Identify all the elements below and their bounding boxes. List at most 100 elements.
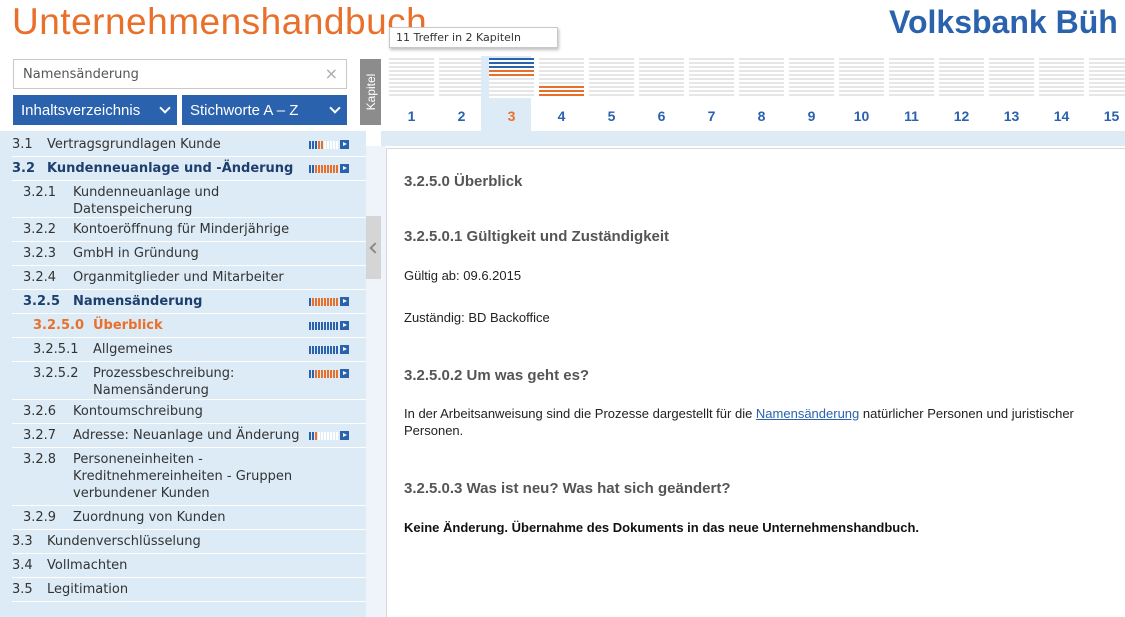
chapter-hit-bars: [489, 58, 534, 98]
toc-item[interactable]: 3.2.5.2 Prozessbeschreibung: Namensänderu…: [0, 362, 366, 400]
toc-item[interactable]: 3.2.3 GmbH in Gründung: [0, 242, 366, 266]
toc-item-title: Organmitglieder und Mitarbeiter: [73, 270, 284, 285]
hit-mark: [333, 298, 335, 306]
toc-item-number: 3.2.6: [23, 404, 57, 419]
chapter-tab-10[interactable]: 10: [831, 56, 884, 131]
hit-mark: [321, 165, 323, 173]
hit-mark: [330, 141, 332, 149]
toc-item-title: Kundenneuanlage und Datenspeicherung: [73, 185, 220, 217]
keywords-dropdown-button[interactable]: Stichworte A – Z: [182, 95, 347, 125]
next-hit-arrow-icon[interactable]: [340, 369, 349, 378]
chapter-number: 1: [407, 108, 416, 124]
toc-hit-indicator: [309, 164, 349, 173]
toc-item[interactable]: 3.3 Kundenverschlüsselung: [0, 530, 366, 554]
valid-from-text: Gültig ab: 09.6.2015: [404, 268, 522, 283]
toc-hit-indicator: [309, 297, 349, 306]
chapter-tab-12[interactable]: 12: [931, 56, 984, 131]
clear-icon[interactable]: ×: [325, 64, 338, 83]
chapter-tab-4[interactable]: 4: [531, 56, 584, 131]
hit-mark: [309, 322, 311, 330]
chapter-number: 3: [507, 108, 516, 124]
chapter-number: 8: [757, 108, 766, 124]
chapter-tab-8[interactable]: 8: [731, 56, 784, 131]
chapter-hit-bars: [1039, 58, 1084, 98]
next-hit-arrow-icon[interactable]: [340, 140, 349, 149]
toc-item[interactable]: 3.2.5.0 Überblick: [0, 314, 366, 338]
hit-mark: [330, 370, 332, 378]
toc-hit-indicator: [309, 369, 349, 378]
toc-item-title: GmbH in Gründung: [73, 246, 199, 261]
chapter-hit-bars: [789, 58, 834, 98]
chapter-hit-orange: [539, 86, 584, 98]
toc-item[interactable]: 3.1 Vertragsgrundlagen Kunde: [0, 133, 366, 157]
hit-mark: [312, 346, 314, 354]
next-hit-arrow-icon[interactable]: [340, 321, 349, 330]
toc-item[interactable]: 3.5 Legitimation: [0, 578, 366, 602]
chapter-tab-6[interactable]: 6: [631, 56, 684, 131]
hit-mark: [309, 432, 311, 440]
toc-item[interactable]: 3.2.8 Personeneinheiten - Kreditnehmerein…: [0, 448, 366, 506]
toc-item[interactable]: 3.2.6 Kontoumschreibung: [0, 400, 366, 424]
hit-mark: [321, 346, 323, 354]
toc-item[interactable]: 3.2.9 Zuordnung von Kunden: [0, 506, 366, 530]
responsible-text: Zuständig: BD Backoffice: [404, 310, 550, 325]
toc-item[interactable]: 3.2 Kundenneuanlage und -Änderung: [0, 157, 366, 181]
hit-mark: [318, 432, 320, 440]
chapter-tab-14[interactable]: 14: [1031, 56, 1084, 131]
next-hit-arrow-icon[interactable]: [340, 345, 349, 354]
toc-item[interactable]: 3.2.1 Kundenneuanlage und Datenspeicherun…: [0, 181, 366, 218]
hit-mark: [333, 165, 335, 173]
chapter-number: 13: [1003, 108, 1020, 124]
toc-item-number: 3.2.3: [23, 246, 57, 261]
toc-item[interactable]: 3.4 Vollmachten: [0, 554, 366, 578]
collapse-sidebar-handle[interactable]: [366, 216, 381, 279]
chapter-tab-11[interactable]: 11: [881, 56, 934, 131]
next-hit-arrow-icon[interactable]: [340, 297, 349, 306]
hit-mark: [330, 322, 332, 330]
toc-item[interactable]: 3.2.4 Organmitglieder und Mitarbeiter: [0, 266, 366, 290]
chapter-tab-15[interactable]: 15: [1081, 56, 1125, 131]
chapter-tab-3[interactable]: 3: [481, 56, 534, 131]
name-change-link[interactable]: Namensänderung: [756, 406, 859, 421]
hit-mark: [330, 432, 332, 440]
hit-mark: [318, 346, 320, 354]
next-hit-arrow-icon[interactable]: [340, 164, 349, 173]
app-title: Unternehmenshandbuch: [12, 1, 428, 42]
hit-mark: [318, 370, 320, 378]
chapter-tab-9[interactable]: 9: [781, 56, 834, 131]
toc-item[interactable]: 3.2.7 Adresse: Neuanlage und Änderung: [0, 424, 366, 448]
changes-text: Keine Änderung. Übernahme des Dokuments …: [404, 520, 920, 535]
chapter-tab-1[interactable]: 1: [381, 56, 434, 131]
search-input[interactable]: [14, 60, 314, 88]
toc-item-number: 3.4: [12, 558, 33, 573]
hit-mark: [327, 141, 329, 149]
hit-mark: [324, 298, 326, 306]
chapter-tab-7[interactable]: 7: [681, 56, 734, 131]
bank-logo-text: Volksbank Büh: [889, 4, 1118, 40]
toc-item-number: 3.2.5.0: [33, 318, 84, 333]
chapter-number: 10: [853, 108, 870, 124]
chapter-number: 11: [904, 108, 919, 124]
chapter-tab-2[interactable]: 2: [431, 56, 484, 131]
hit-mark: [324, 432, 326, 440]
hit-mark: [309, 370, 311, 378]
chapter-number: 14: [1053, 108, 1070, 124]
toc-item[interactable]: 3.2.5 Namensänderung: [0, 290, 366, 314]
next-hit-arrow-icon[interactable]: [340, 431, 349, 440]
hit-mark: [309, 165, 311, 173]
toc-item[interactable]: 3.2.2 Kontoeröffnung für Minderjährige: [0, 218, 366, 242]
chapter-hit-blue: [489, 58, 534, 70]
toc-item[interactable]: 3.2.5.1 Allgemeines: [0, 338, 366, 362]
toc-hit-indicator: [309, 321, 349, 330]
chapter-tab-13[interactable]: 13: [981, 56, 1034, 131]
toc-item-title: Personeneinheiten - Kreditnehmereinheite…: [73, 452, 293, 501]
toc-item-number: 3.2.8: [23, 452, 57, 467]
hit-mark: [330, 346, 332, 354]
hit-mark: [315, 141, 317, 149]
toc-item-title: Allgemeines: [93, 342, 173, 357]
chapter-tab-5[interactable]: 5: [581, 56, 634, 131]
toc-dropdown-button[interactable]: Inhaltsverzeichnis: [13, 95, 177, 125]
hit-mark: [330, 165, 332, 173]
hit-mark: [318, 165, 320, 173]
hit-mark: [312, 322, 314, 330]
